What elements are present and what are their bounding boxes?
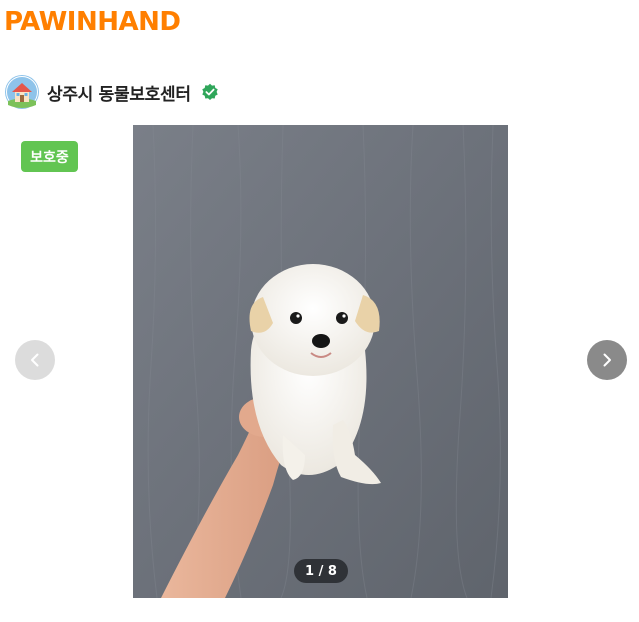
shelter-name[interactable]: 상주시 동물보호센터 — [47, 80, 191, 105]
chevron-left-icon — [31, 353, 39, 367]
next-image-button[interactable] — [587, 340, 627, 380]
chevron-right-icon — [603, 353, 611, 367]
verified-badge-icon — [201, 83, 218, 100]
image-counter: 1 / 8 — [294, 559, 348, 583]
pawinhand-logo[interactable]: PAWINHAND — [4, 5, 181, 39]
shelter-house-icon[interactable] — [5, 75, 39, 109]
puppy-photo[interactable] — [133, 125, 508, 598]
prev-image-button[interactable] — [15, 340, 55, 380]
shelter-header: 상주시 동물보호센터 — [5, 75, 219, 109]
status-badge: 보호중 — [21, 141, 78, 172]
